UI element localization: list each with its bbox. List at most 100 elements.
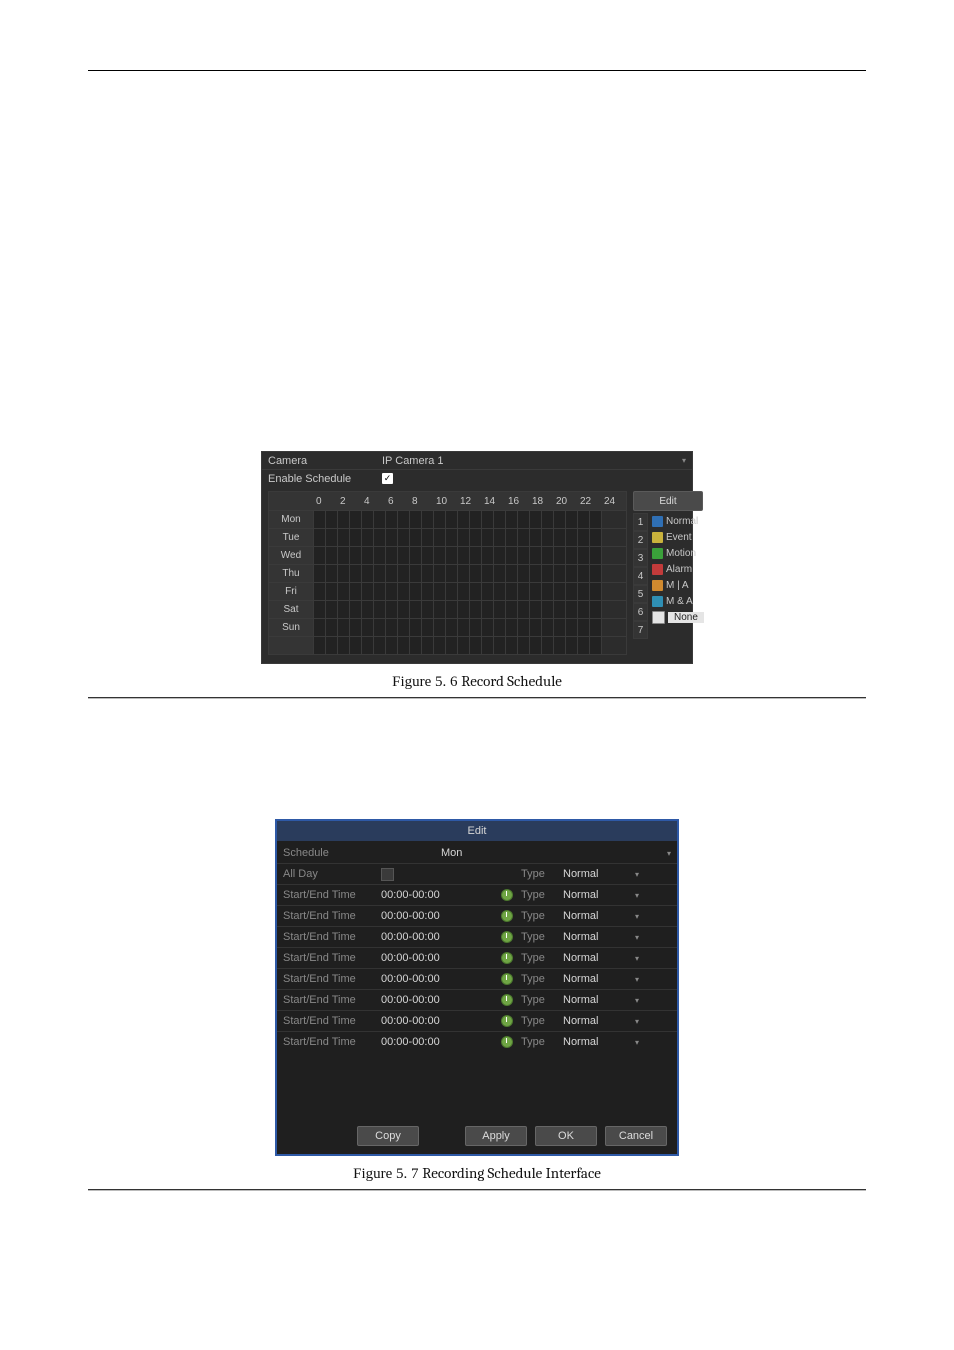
schedule-cell[interactable] xyxy=(482,511,494,528)
schedule-cell[interactable] xyxy=(434,529,446,546)
schedule-cell[interactable] xyxy=(578,601,590,618)
day-row[interactable]: Fri xyxy=(269,582,626,600)
day-row[interactable]: Wed xyxy=(269,546,626,564)
schedule-cell[interactable] xyxy=(434,547,446,564)
schedule-cell[interactable] xyxy=(374,511,386,528)
schedule-cell[interactable] xyxy=(422,601,434,618)
schedule-cell[interactable] xyxy=(578,547,590,564)
schedule-cell[interactable] xyxy=(530,547,542,564)
schedule-cell[interactable] xyxy=(386,619,398,636)
schedule-cell[interactable] xyxy=(350,511,362,528)
schedule-cell[interactable] xyxy=(506,565,518,582)
schedule-cell[interactable] xyxy=(506,511,518,528)
schedule-cell[interactable] xyxy=(590,565,602,582)
legend-item[interactable]: Normal xyxy=(652,513,704,529)
schedule-cell[interactable] xyxy=(542,529,554,546)
schedule-grid[interactable]: 0 2 4 6 8 10 12 14 16 18 20 22 24 xyxy=(268,491,627,655)
schedule-cell[interactable] xyxy=(326,583,338,600)
allday-type-dropdown[interactable]: Normal ▾ xyxy=(563,868,639,880)
schedule-cell[interactable] xyxy=(326,511,338,528)
schedule-cell[interactable] xyxy=(446,511,458,528)
schedule-cell[interactable] xyxy=(506,529,518,546)
schedule-cell[interactable] xyxy=(410,565,422,582)
copy-button[interactable]: Copy xyxy=(357,1126,419,1146)
schedule-cell[interactable] xyxy=(530,511,542,528)
time-input[interactable]: 00:00-00:00 xyxy=(381,931,521,943)
schedule-cell[interactable] xyxy=(410,601,422,618)
schedule-cell[interactable] xyxy=(446,565,458,582)
apply-button[interactable]: Apply xyxy=(465,1126,527,1146)
schedule-cell[interactable] xyxy=(590,529,602,546)
schedule-cell[interactable] xyxy=(506,619,518,636)
time-input[interactable]: 00:00-00:00 xyxy=(381,1015,521,1027)
schedule-cell[interactable] xyxy=(542,565,554,582)
schedule-cell[interactable] xyxy=(494,583,506,600)
schedule-cell[interactable] xyxy=(350,547,362,564)
schedule-cell[interactable] xyxy=(338,529,350,546)
schedule-cell[interactable] xyxy=(446,529,458,546)
schedule-cell[interactable] xyxy=(362,529,374,546)
clock-icon[interactable] xyxy=(501,1036,513,1048)
type-dropdown[interactable]: Normal▾ xyxy=(563,952,639,964)
schedule-cell[interactable] xyxy=(398,565,410,582)
schedule-cell[interactable] xyxy=(458,529,470,546)
time-input[interactable]: 00:00-00:00 xyxy=(381,910,521,922)
type-dropdown[interactable]: Normal▾ xyxy=(563,1015,639,1027)
schedule-cell[interactable] xyxy=(386,547,398,564)
schedule-cell[interactable] xyxy=(542,547,554,564)
schedule-cell[interactable] xyxy=(362,547,374,564)
schedule-cell[interactable] xyxy=(398,619,410,636)
clock-icon[interactable] xyxy=(501,994,513,1006)
schedule-cell[interactable] xyxy=(386,583,398,600)
schedule-cell[interactable] xyxy=(518,511,530,528)
schedule-cell[interactable] xyxy=(482,547,494,564)
schedule-cell[interactable] xyxy=(386,565,398,582)
schedule-cell[interactable] xyxy=(374,583,386,600)
schedule-cell[interactable] xyxy=(578,583,590,600)
legend-item[interactable]: Event xyxy=(652,529,704,545)
schedule-cell[interactable] xyxy=(506,547,518,564)
schedule-cell[interactable] xyxy=(422,547,434,564)
schedule-cell[interactable] xyxy=(470,511,482,528)
schedule-cell[interactable] xyxy=(542,601,554,618)
schedule-cell[interactable] xyxy=(554,601,566,618)
schedule-cell[interactable] xyxy=(374,547,386,564)
time-input[interactable]: 00:00-00:00 xyxy=(381,1036,521,1048)
schedule-cell[interactable] xyxy=(422,529,434,546)
schedule-cell[interactable] xyxy=(518,547,530,564)
schedule-cell[interactable] xyxy=(518,601,530,618)
time-input[interactable]: 00:00-00:00 xyxy=(381,973,521,985)
type-dropdown[interactable]: Normal▾ xyxy=(563,889,639,901)
schedule-cell[interactable] xyxy=(338,583,350,600)
schedule-cell[interactable] xyxy=(326,565,338,582)
day-row[interactable]: Tue xyxy=(269,528,626,546)
schedule-cell[interactable] xyxy=(554,511,566,528)
schedule-cell[interactable] xyxy=(314,565,326,582)
legend-item[interactable]: None xyxy=(652,609,704,625)
schedule-cell[interactable] xyxy=(410,511,422,528)
schedule-cell[interactable] xyxy=(566,565,578,582)
schedule-cell[interactable] xyxy=(386,529,398,546)
schedule-cell[interactable] xyxy=(350,601,362,618)
time-input[interactable]: 00:00-00:00 xyxy=(381,889,521,901)
schedule-cell[interactable] xyxy=(458,601,470,618)
schedule-cell[interactable] xyxy=(362,565,374,582)
day-row[interactable]: Thu xyxy=(269,564,626,582)
schedule-cell[interactable] xyxy=(494,619,506,636)
schedule-cell[interactable] xyxy=(482,601,494,618)
schedule-cell[interactable] xyxy=(518,583,530,600)
cancel-button[interactable]: Cancel xyxy=(605,1126,667,1146)
schedule-cell[interactable] xyxy=(470,601,482,618)
schedule-cell[interactable] xyxy=(350,565,362,582)
clock-icon[interactable] xyxy=(501,910,513,922)
schedule-cell[interactable] xyxy=(314,619,326,636)
schedule-cell[interactable] xyxy=(314,601,326,618)
schedule-cell[interactable] xyxy=(458,511,470,528)
schedule-cell[interactable] xyxy=(554,619,566,636)
schedule-cell[interactable] xyxy=(350,619,362,636)
schedule-cell[interactable] xyxy=(578,565,590,582)
schedule-cell[interactable] xyxy=(386,601,398,618)
schedule-cell[interactable] xyxy=(554,583,566,600)
schedule-cell[interactable] xyxy=(398,601,410,618)
schedule-cell[interactable] xyxy=(446,619,458,636)
